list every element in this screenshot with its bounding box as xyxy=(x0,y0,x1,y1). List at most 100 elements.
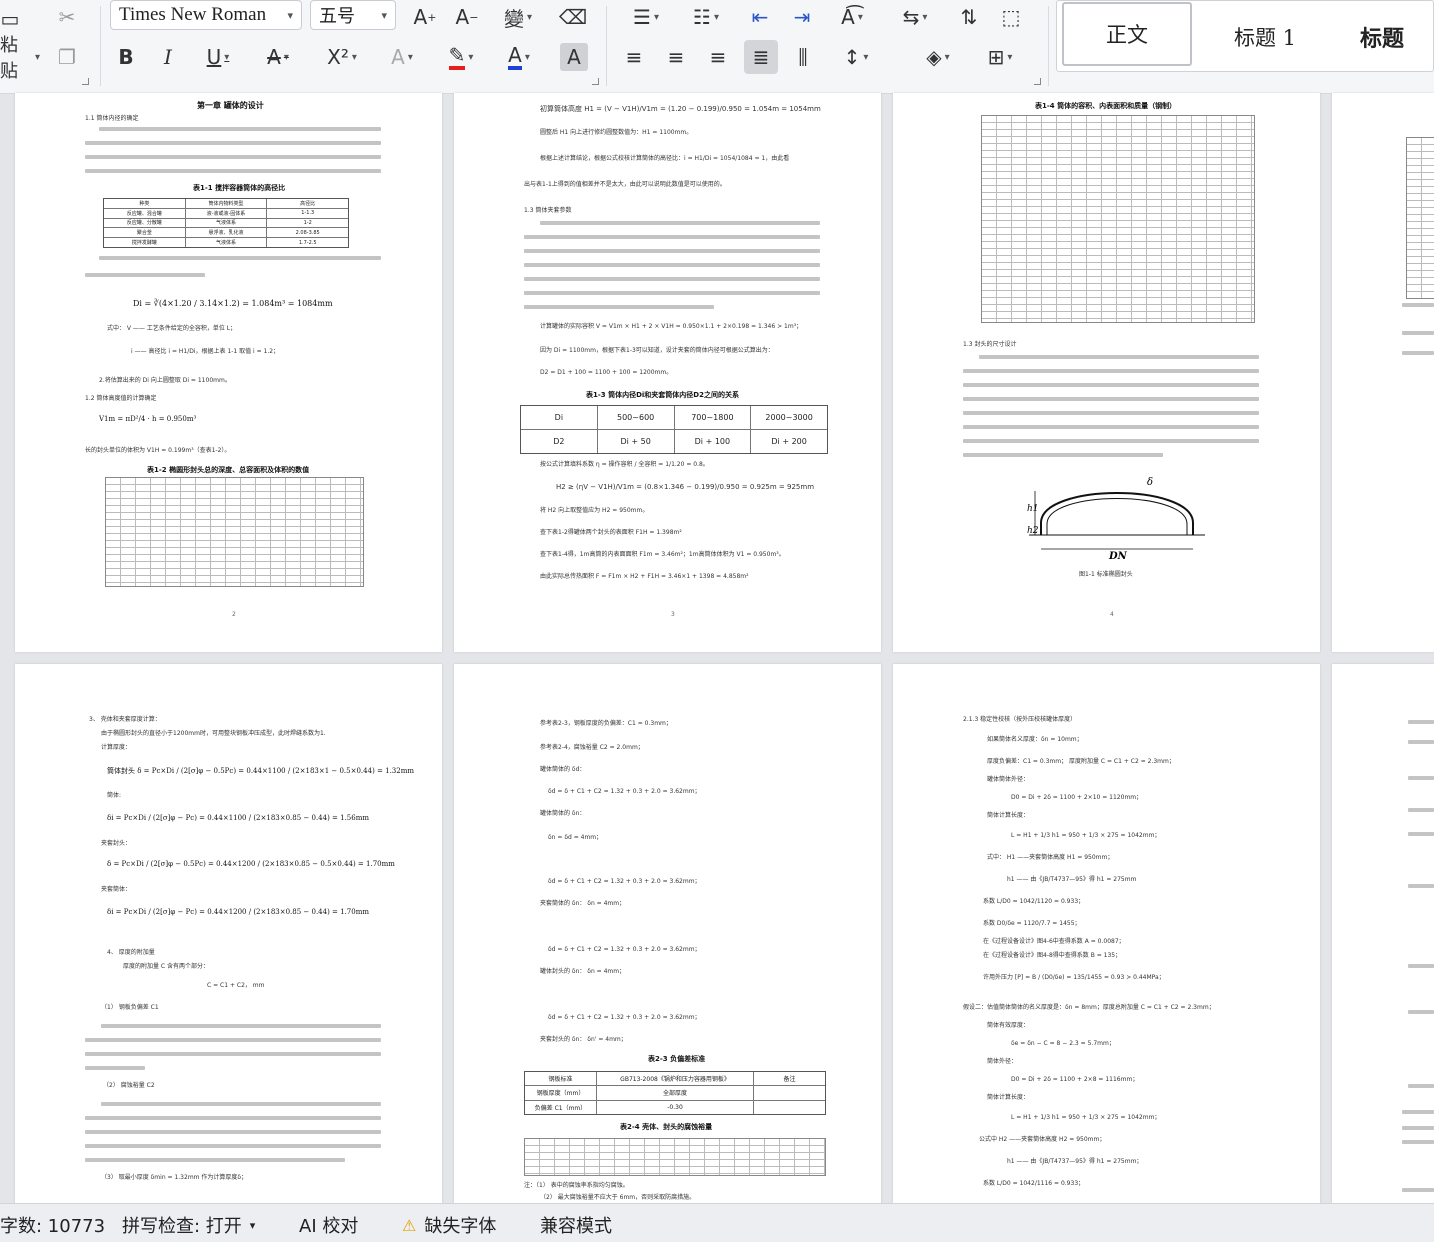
align-center-icon[interactable]: ≡ xyxy=(660,40,692,74)
numbering-icon[interactable]: ☷ ▾ xyxy=(682,0,730,34)
text-line xyxy=(1402,1126,1434,1130)
underline-button[interactable]: U ▾ xyxy=(198,40,238,74)
increase-indent-icon[interactable]: ⇥ xyxy=(786,0,818,34)
align-right-icon[interactable]: ≡ xyxy=(702,40,734,74)
font-name-select[interactable]: Times New Roman ▾ xyxy=(110,0,302,30)
align-left-icon[interactable]: ≡ xyxy=(618,40,650,74)
italic-button[interactable]: I xyxy=(154,40,182,74)
f-total: 由此实际总传热面积 F = F1m × H2 + F1H = 3.46×1 + … xyxy=(540,573,749,580)
text-effect-icon[interactable]: A ▾ xyxy=(380,40,424,74)
word-count[interactable]: 字数: 10773 xyxy=(0,1212,105,1238)
formula-7: δd = δ + C1 + C2 = 1.32 + 0.3 + 2.0 = 3.… xyxy=(548,1014,701,1021)
rounded-note: 2.将估算出来的 Di 向上圆整取 Di = 1100mm。 xyxy=(99,377,231,384)
text-line xyxy=(85,1038,381,1042)
check-i: 根据上述计算结论，根据公式校核计算筒体的高径比：i = H1/Di = 1054… xyxy=(540,155,790,162)
style-heading[interactable]: 标题 xyxy=(1360,2,1434,72)
note-h: 式中： H1 ——夹套筒体高度 H1 = 950mm； xyxy=(987,854,1114,861)
page-partial-bottom[interactable] xyxy=(1332,664,1434,1203)
text-line xyxy=(1408,740,1434,744)
page-3[interactable]: 初算筒体高度 H1 = (V − V1H)/V1m = (1.20 − 0.19… xyxy=(454,93,881,652)
formula-3: δd = δ + C1 + C2 = 1.32 + 0.3 + 2.0 = 3.… xyxy=(548,878,701,885)
bullets-icon[interactable]: ☰ ▾ xyxy=(622,0,670,34)
shrink-font-icon[interactable]: A − xyxy=(452,0,482,34)
decrease-indent-icon[interactable]: ⇤ xyxy=(744,0,776,34)
superscript-button[interactable]: X² ▾ xyxy=(318,40,366,74)
label-h1: h1 xyxy=(1027,504,1039,514)
text-line xyxy=(979,355,1259,359)
length-label: 筒体计算长度： xyxy=(987,812,1030,819)
table-title: 表1-1 搅拌容器筒体的高径比 xyxy=(193,184,286,192)
page-number: 4 xyxy=(1110,611,1114,618)
text-line xyxy=(85,1066,145,1070)
formula-de: δe = δn − C = 8 − 2.3 = 5.7mm； xyxy=(1011,1040,1115,1047)
table-cell: 负偏差 C1（mm） xyxy=(525,1100,597,1114)
formula-h2: H2 ≥ (ηV − V1H)/V1m = (0.8×1.346 − 0.199… xyxy=(556,483,815,491)
figure-caption: 图1-1 标准椭圆封头 xyxy=(1079,571,1133,578)
copy-icon[interactable]: ❐ xyxy=(50,40,84,74)
show-marks-icon[interactable]: ⬚ xyxy=(994,0,1028,34)
page-7[interactable]: 2.1.3 稳定性校核（按外压校核罐体厚度） 如果筒体名义厚度：δn = 10m… xyxy=(893,664,1320,1203)
compat-mode[interactable]: 兼容模式 xyxy=(540,1212,612,1238)
table-cell: 2000~3000 xyxy=(765,413,813,422)
formula-h1: 初算筒体高度 H1 = (V − V1H)/V1m = (1.20 − 0.19… xyxy=(540,105,821,113)
paste-button[interactable]: 粘贴 ▾ xyxy=(0,35,40,82)
ref-c2: 参考表2-4，腐蚀裕量 C2 = 2.0mm； xyxy=(540,744,644,751)
table-1-3: Di 500~600 700~1800 2000~3000 D2 Di + 50 Di +… xyxy=(520,405,828,454)
c1-label: （1） 钢板负偏差 C1 xyxy=(101,1004,159,1011)
text-line xyxy=(1408,720,1434,724)
formula-c: C = C1 + C2， mm xyxy=(207,982,265,989)
formula-jacket-body: δi = Pc×Di / (2[σ]φ − Pc) = 0.44×1200 / … xyxy=(107,908,369,916)
page-5[interactable]: 3、 壳体和夹套厚度计算： 由于椭圆形封头的直径小于1200mm时，可用整块钢板… xyxy=(15,664,442,1203)
missing-font-button[interactable]: ⚠ 缺失字体 xyxy=(402,1212,496,1238)
font-color-icon[interactable]: A ▾ xyxy=(496,40,542,74)
formula-2: δn = δd = 4mm； xyxy=(548,834,603,841)
shading-icon[interactable]: ◈ ▾ xyxy=(914,40,962,74)
page-partial-top[interactable] xyxy=(1332,93,1434,652)
paragraph-dialog-launcher[interactable] xyxy=(1034,78,1041,85)
check-note: 出与表1-1上得到的值相差并不是太大，由此可以说明此数值是可以使用的。 xyxy=(524,181,726,188)
table-2-4 xyxy=(524,1138,826,1176)
page-4[interactable]: 表1-4 筒体的容积、内表面积和质量（钢制） 1.3 封头的尺寸设计 h1 h2… xyxy=(893,93,1320,652)
page-6[interactable]: 参考表2-3，钢板厚度的负偏差：C1 = 0.3mm； 参考表2-4，腐蚀裕量 … xyxy=(454,664,881,1203)
phonetic-guide-icon[interactable]: 變 ▾ xyxy=(494,0,542,34)
font-dialog-launcher[interactable] xyxy=(592,78,599,85)
f1h: 查下表1-2得罐体两个封头的表面积 F1H = 1.398m² xyxy=(540,529,682,536)
text-line xyxy=(1408,964,1434,968)
ai-check-button[interactable]: AI 校对 xyxy=(299,1212,358,1238)
table-title: 表1-4 筒体的容积、内表面积和质量（钢制） xyxy=(1035,102,1177,110)
table-cell: 反应罐、混合罐 xyxy=(104,208,186,218)
convert-icon[interactable]: ⇆ ▾ xyxy=(892,0,938,34)
page-2[interactable]: 第一章 罐体的设计 1.1 筒体内径的确定 表1-1 搅拌容器筒体的高径比 种类… xyxy=(15,93,442,652)
distributed-icon[interactable]: ⫼ xyxy=(786,40,820,74)
highlight-icon[interactable]: ✎ ▾ xyxy=(438,40,484,74)
table-cell: GB713-2008《锅炉和压力容器用钢板》 xyxy=(597,1072,755,1086)
text-line xyxy=(963,397,1259,401)
ellipsoidal-head-figure: h1 h2 DN δ xyxy=(1027,477,1205,562)
text-direction-icon[interactable]: A͡ ▾ xyxy=(828,0,876,34)
table-cell: Di + 200 xyxy=(771,437,807,446)
text-line xyxy=(101,1102,381,1106)
ratio-2: 系数 D0/δe = 1120/7.7 = 1455； xyxy=(983,920,1081,927)
table-2-3: 钢板标准 GB713-2008《锅炉和压力容器用钢板》 备注 钢板厚度（mm） 全部厚… xyxy=(524,1071,826,1115)
table-cell: 钢板标准 xyxy=(525,1072,597,1086)
clear-format-icon[interactable]: ⌫ xyxy=(556,0,590,34)
grow-font-icon[interactable]: A + xyxy=(410,0,440,34)
strikethrough-button[interactable]: A ▾ xyxy=(256,40,300,74)
clipboard-dialog-launcher[interactable] xyxy=(82,78,89,85)
font-size-select[interactable]: 五号 ▾ xyxy=(310,0,396,30)
spell-check-toggle[interactable]: 拼写检查: 打开 ▾ xyxy=(122,1212,255,1238)
line-spacing-icon[interactable]: ↕ ▾ xyxy=(832,40,880,74)
style-normal[interactable]: 正文 xyxy=(1062,2,1192,66)
borders-icon[interactable]: ⊞ ▾ xyxy=(976,40,1024,74)
calc-thickness: 计算厚度： xyxy=(101,744,132,751)
style-heading-1[interactable]: 标题 1 xyxy=(1210,2,1320,72)
cut-icon[interactable]: ✂ xyxy=(50,0,84,34)
text-line xyxy=(101,1024,381,1028)
char-shading-icon[interactable]: A xyxy=(560,43,588,71)
bold-button[interactable]: B xyxy=(112,40,140,74)
font-size-value: 五号 xyxy=(319,6,355,27)
justify-icon[interactable]: ≣ xyxy=(744,40,778,74)
ref-c1: 参考表2-3，钢板厚度的负偏差：C1 = 0.3mm； xyxy=(540,720,672,727)
sort-icon[interactable]: ⇅ xyxy=(952,0,986,34)
a-value: 在《过程设备设计》图4-6中查得系数 A = 0.0087； xyxy=(983,938,1125,945)
